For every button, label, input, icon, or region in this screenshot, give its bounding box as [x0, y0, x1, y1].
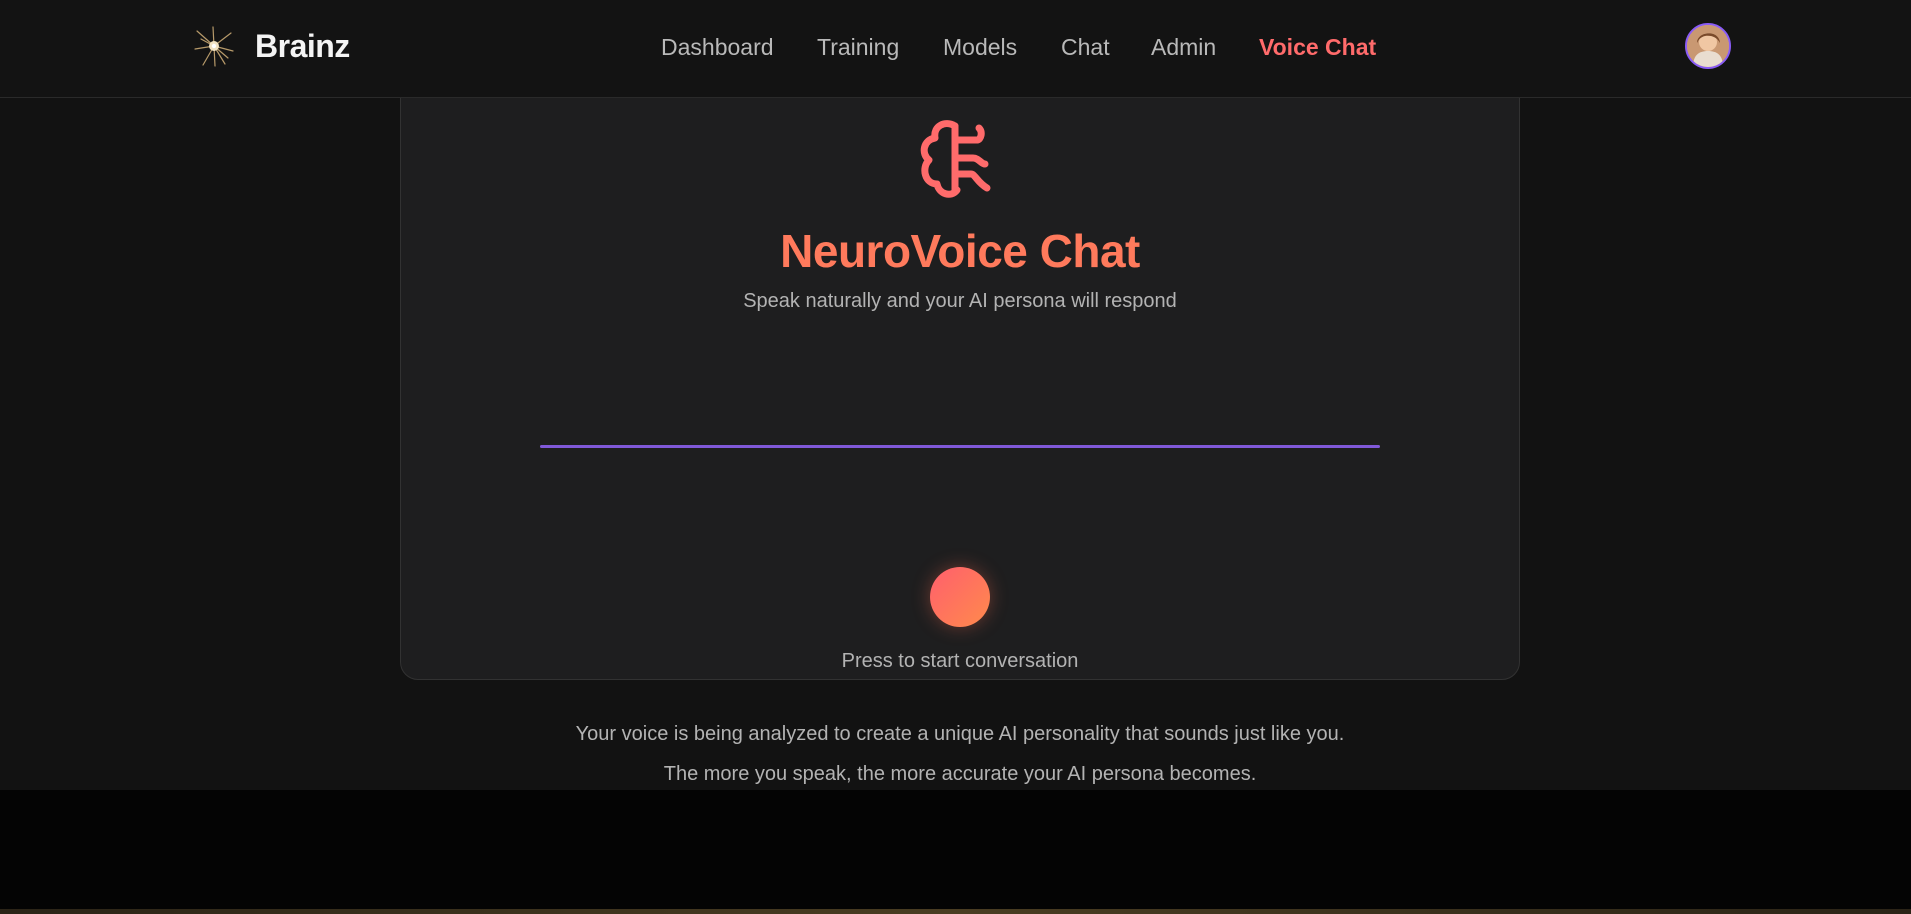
nav-voice-chat[interactable]: Voice Chat [1259, 34, 1376, 61]
info-text-2: The more you speak, the more accurate yo… [663, 763, 1257, 785]
nav-admin[interactable]: Admin [1151, 34, 1216, 61]
start-conversation-button[interactable] [930, 567, 990, 627]
nav-dashboard[interactable]: Dashboard [661, 34, 774, 61]
info-text-1: Your voice is being analyzed to create a… [575, 723, 1345, 745]
main-nav: Dashboard Training Models Chat Admin Voi… [0, 34, 1911, 66]
nav-chat[interactable]: Chat [1061, 34, 1110, 61]
record-hint: Press to start conversation [841, 650, 1079, 672]
page-title: NeuroVoice Chat [780, 225, 1140, 277]
brain-icon [920, 120, 991, 198]
audio-waveform [540, 445, 1380, 448]
page-subtitle: Speak naturally and your AI persona will… [743, 290, 1177, 312]
user-avatar[interactable] [1685, 23, 1731, 69]
page: Brainz Dashboard Training Models Chat Ad… [0, 0, 1911, 790]
top-navigation-bar: Brainz Dashboard Training Models Chat Ad… [0, 0, 1911, 98]
nav-training[interactable]: Training [817, 34, 899, 61]
bottom-edge [0, 909, 1911, 914]
avatar-photo-icon [1687, 25, 1729, 67]
nav-models[interactable]: Models [943, 34, 1017, 61]
